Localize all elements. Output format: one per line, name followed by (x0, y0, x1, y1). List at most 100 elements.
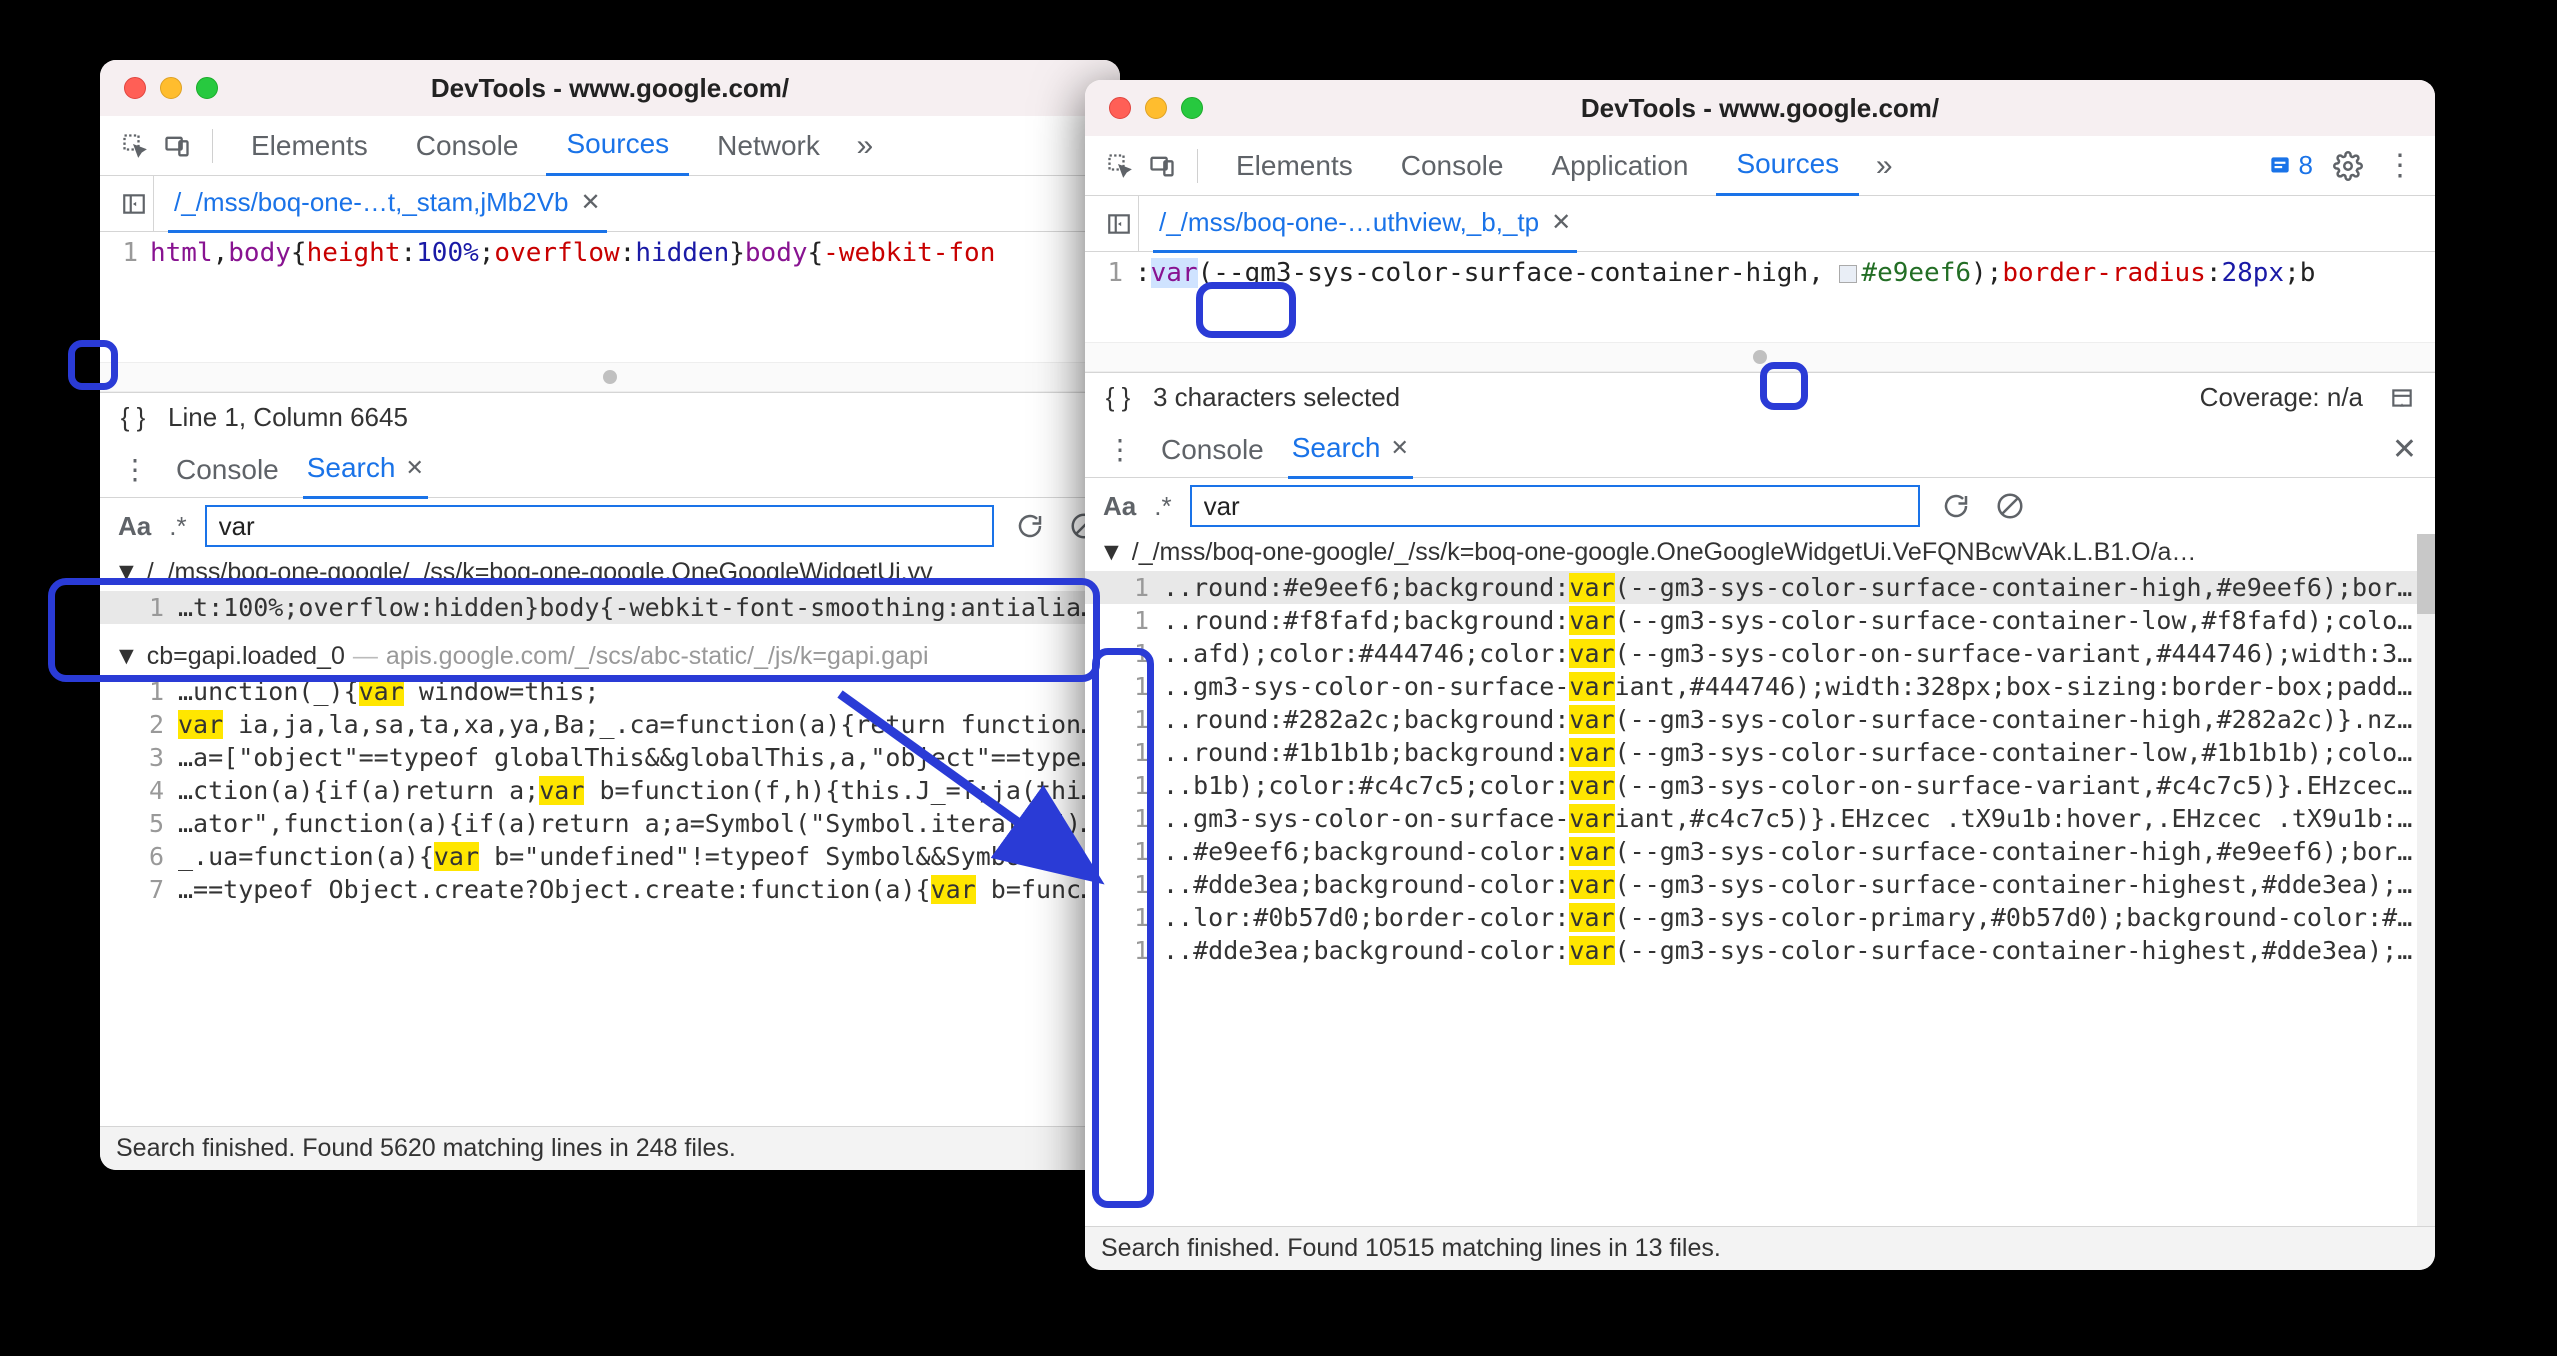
tab-sources[interactable]: Sources (1716, 136, 1859, 196)
result-line[interactable]: 1..round:#f8fafd;background:var(--gm3-sy… (1085, 604, 2435, 637)
inspect-icon[interactable] (118, 129, 152, 163)
result-line[interactable]: 1 …t:100%;overflow:hidden}body{-webkit-f… (100, 591, 1120, 624)
editor-statusbar: { } Line 1, Column 6645 (100, 392, 1120, 442)
result-line[interactable]: 1..gm3-sys-color-on-surface-variant,#c4c… (1085, 802, 2435, 835)
close-window-icon[interactable] (124, 77, 146, 99)
refresh-search-icon[interactable] (1938, 488, 1974, 524)
main-toolbar: Elements Console Sources Network » (100, 116, 1120, 176)
tab-console[interactable]: Console (1381, 136, 1524, 196)
traffic-lights[interactable] (1109, 97, 1203, 119)
result-file-heading[interactable]: ▼ /_/mss/boq-one-google/_/ss/k=boq-one-g… (1085, 534, 2435, 571)
device-toggle-icon[interactable] (160, 129, 194, 163)
refresh-search-icon[interactable] (1012, 508, 1048, 544)
result-line[interactable]: 1..gm3-sys-color-on-surface-variant,#444… (1085, 670, 2435, 703)
search-input[interactable] (1190, 485, 1920, 527)
close-tab-icon[interactable]: ✕ (581, 188, 601, 217)
tab-elements[interactable]: Elements (1216, 136, 1373, 196)
drawer-tabs: ⋮ Console Search ✕ ✕ (1085, 422, 2435, 478)
code-editor[interactable]: 1 html,body{height:100%;overflow:hidden}… (100, 232, 1120, 282)
search-input[interactable] (205, 505, 994, 547)
code-line: html,body{height:100%;overflow:hidden}bo… (150, 238, 995, 276)
match-case-toggle[interactable]: Aa (118, 511, 151, 542)
drawer-more-icon[interactable]: ⋮ (118, 453, 152, 487)
close-drawer-icon[interactable]: ✕ (2392, 432, 2417, 467)
close-drawer-tab-icon[interactable]: ✕ (1390, 435, 1408, 461)
result-line[interactable]: 1..round:#282a2c;background:var(--gm3-sy… (1085, 703, 2435, 736)
drawer-tab-console[interactable]: Console (176, 454, 279, 486)
settings-icon[interactable] (2331, 149, 2365, 183)
issues-badge[interactable]: 8 (2267, 150, 2313, 181)
file-tabs: /_/mss/boq-one-…t,_stam,jMb2Vb ✕ (100, 176, 1120, 232)
result-line[interactable]: 1..#dde3ea;background-color:var(--gm3-sy… (1085, 868, 2435, 901)
titlebar[interactable]: DevTools - www.google.com/ (1085, 80, 2435, 136)
result-line[interactable]: 7…==typeof Object.create?Object.create:f… (100, 873, 1120, 906)
drawer-tab-search[interactable]: Search ✕ (1288, 420, 1413, 479)
drawer-tab-console[interactable]: Console (1161, 434, 1264, 466)
close-drawer-tab-icon[interactable]: ✕ (405, 455, 423, 481)
code-line: :var(--gm3-sys-color-surface-container-h… (1135, 258, 2315, 296)
tab-network[interactable]: Network (697, 116, 840, 176)
search-results[interactable]: ▼ /_/mss/boq-one-google/_/ss/k=boq-one-g… (100, 554, 1120, 1126)
result-line[interactable]: 1..#e9eef6;background-color:var(--gm3-sy… (1085, 835, 2435, 868)
result-line[interactable]: 1..afd);color:#444746;color:var(--gm3-sy… (1085, 637, 2435, 670)
minimize-window-icon[interactable] (160, 77, 182, 99)
tab-sources[interactable]: Sources (546, 116, 689, 176)
minimap[interactable] (100, 362, 1120, 392)
disclosure-triangle-icon[interactable]: ▼ (114, 558, 139, 587)
clear-search-icon[interactable] (1992, 488, 2028, 524)
result-line[interactable]: 1..lor:#0b57d0;border-color:var(--gm3-sy… (1085, 901, 2435, 934)
file-tab[interactable]: /_/mss/boq-one-…uthview,_b,_tp ✕ (1153, 195, 1577, 253)
result-line[interactable]: 6_.ua=function(a){var b="undefined"!=typ… (100, 840, 1120, 873)
result-line[interactable]: 1..#dde3ea;background-color:var(--gm3-sy… (1085, 934, 2435, 967)
inspect-icon[interactable] (1103, 149, 1137, 183)
tab-application[interactable]: Application (1531, 136, 1708, 196)
result-line[interactable]: 1..b1b);color:#c4c7c5;color:var(--gm3-sy… (1085, 769, 2435, 802)
disclosure-triangle-icon[interactable]: ▼ (1099, 538, 1124, 567)
regex-toggle[interactable]: .* (1154, 491, 1171, 522)
navigator-toggle-icon[interactable] (114, 176, 154, 232)
pretty-print-icon[interactable]: { } (1101, 381, 1135, 415)
drawer-more-icon[interactable]: ⋮ (1103, 433, 1137, 467)
kebab-menu-icon[interactable]: ⋮ (2383, 149, 2417, 183)
device-toggle-icon[interactable] (1145, 149, 1179, 183)
scrollbar[interactable] (2417, 534, 2435, 1226)
code-editor[interactable]: 1 :var(--gm3-sys-color-surface-container… (1085, 252, 2435, 302)
file-tab-label: /_/mss/boq-one-…uthview,_b,_tp (1159, 207, 1539, 238)
result-file-heading[interactable]: ▼ /_/mss/boq-one-google/_/ss/k=boq-one-g… (100, 554, 1120, 591)
titlebar[interactable]: DevTools - www.google.com/ (100, 60, 1120, 116)
close-tab-icon[interactable]: ✕ (1551, 208, 1571, 237)
editor-statusbar: { } 3 characters selected Coverage: n/a (1085, 372, 2435, 422)
result-line[interactable]: 4…ction(a){if(a)return a;var b=function(… (100, 774, 1120, 807)
drawer-tab-search[interactable]: Search ✕ (303, 440, 428, 499)
traffic-lights[interactable] (124, 77, 218, 99)
result-file-heading[interactable]: ▼ cb=gapi.loaded_0 — apis.google.com/_/s… (100, 638, 1120, 675)
result-line[interactable]: 1..round:#1b1b1b;background:var(--gm3-sy… (1085, 736, 2435, 769)
result-line[interactable]: 1…unction(_){var window=this; (100, 675, 1120, 708)
close-window-icon[interactable] (1109, 97, 1131, 119)
pretty-print-icon[interactable]: { } (116, 401, 150, 435)
disclosure-triangle-icon[interactable]: ▼ (114, 642, 139, 671)
result-line[interactable]: 3…a=["object"==typeof globalThis&&global… (100, 741, 1120, 774)
tab-elements[interactable]: Elements (231, 116, 388, 176)
result-line[interactable]: 5…ator",function(a){if(a)return a;a=Symb… (100, 807, 1120, 840)
minimize-window-icon[interactable] (1145, 97, 1167, 119)
search-results[interactable]: ▼ /_/mss/boq-one-google/_/ss/k=boq-one-g… (1085, 534, 2435, 1226)
result-line[interactable]: 1..round:#e9eef6;background:var(--gm3-sy… (1085, 571, 2435, 604)
more-tabs-icon[interactable]: » (848, 129, 882, 163)
zoom-window-icon[interactable] (196, 77, 218, 99)
coverage-reload-icon[interactable] (2385, 381, 2419, 415)
minimap[interactable] (1085, 342, 2435, 372)
more-tabs-icon[interactable]: » (1867, 149, 1901, 183)
file-tab[interactable]: /_/mss/boq-one-…t,_stam,jMb2Vb ✕ (168, 175, 607, 233)
main-toolbar: Elements Console Application Sources » 8… (1085, 136, 2435, 196)
result-line[interactable]: 2var ia,ja,la,sa,ta,xa,ya,Ba;_.ca=functi… (100, 708, 1120, 741)
devtools-window-right: DevTools - www.google.com/ Elements Cons… (1085, 80, 2435, 1270)
scroll-thumb[interactable] (2417, 534, 2435, 614)
zoom-window-icon[interactable] (1181, 97, 1203, 119)
match-case-toggle[interactable]: Aa (1103, 491, 1136, 522)
regex-toggle[interactable]: .* (169, 511, 186, 542)
navigator-toggle-icon[interactable] (1099, 196, 1139, 252)
search-footer: Search finished. Found 10515 matching li… (1085, 1226, 2435, 1270)
tab-console[interactable]: Console (396, 116, 539, 176)
search-bar: Aa .* (100, 498, 1120, 554)
